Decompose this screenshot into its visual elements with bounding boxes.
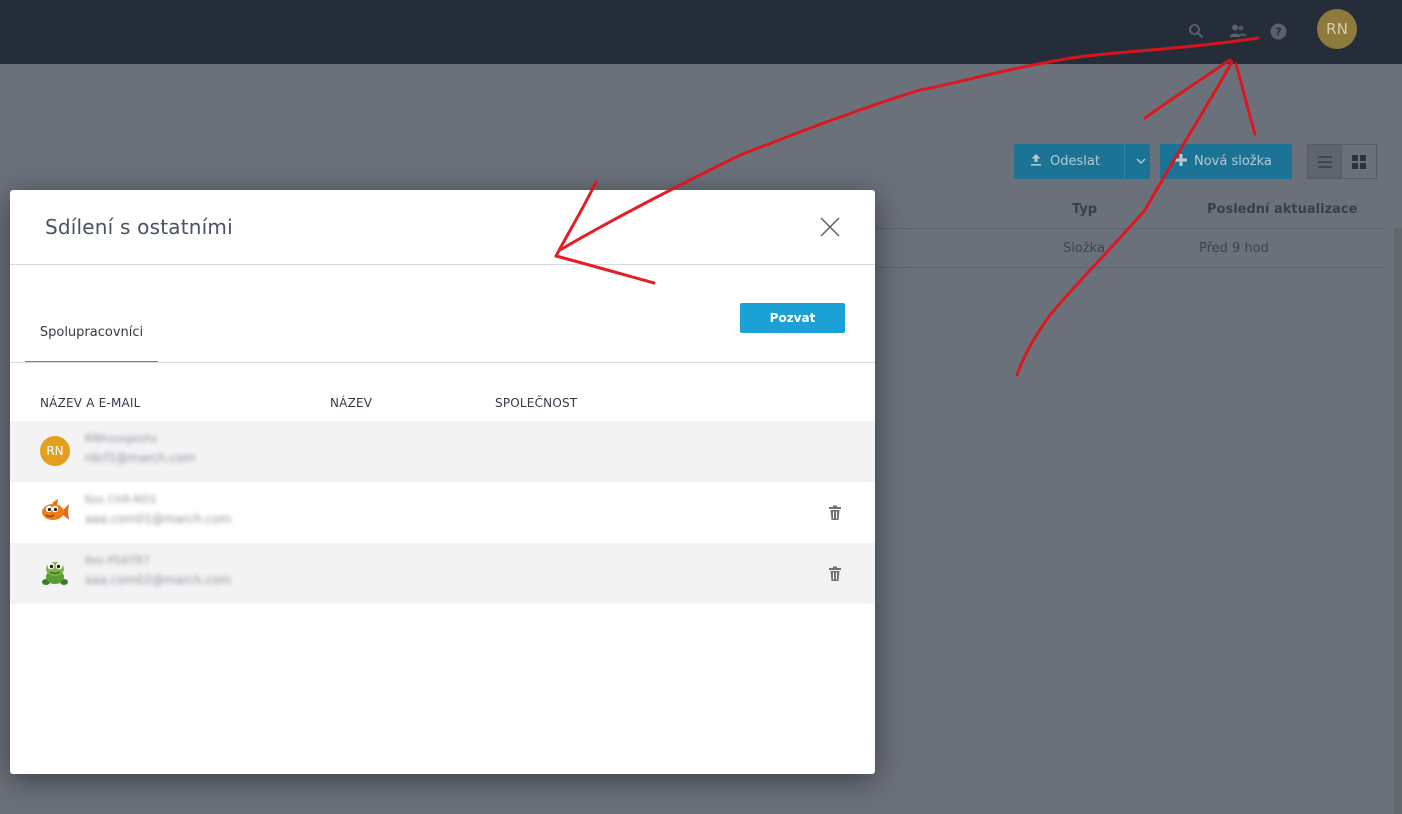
fish-avatar-icon [40,497,70,527]
collaborator-row[interactable]: Kes PS4TR7 aaa.com02@march.com [10,543,875,604]
collaborator-email: aaa.com01@march.com [85,512,232,526]
chevron-down-icon[interactable] [1135,153,1147,173]
search-icon[interactable] [1187,22,1205,40]
user-avatar[interactable]: RN [1317,9,1357,49]
top-bar: ? RN [0,0,1402,64]
delete-icon[interactable] [828,566,842,582]
dialog-title: Sdílení s ostatními [45,215,233,239]
table-header-divider [875,228,1386,229]
grid-view-icon[interactable] [1342,145,1376,178]
tab-label: Spolupracovníci [39,325,144,340]
share-dialog: Sdílení s ostatními Spolupracovníci Pozv… [10,190,875,774]
close-icon[interactable] [818,215,842,239]
scrollbar[interactable] [1394,228,1402,814]
help-icon[interactable]: ? [1269,22,1287,40]
upload-icon [1030,153,1042,170]
view-toggle [1307,144,1377,179]
column-header-company: SPOLEČNOST [495,396,578,410]
upload-label: Odeslat [1050,154,1100,169]
collaborator-name: Kes PS4TR7 [85,554,150,567]
tabs-divider [10,362,875,363]
upload-button[interactable]: Odeslat [1014,144,1150,179]
invite-button[interactable]: Pozvat [740,303,845,333]
list-view-icon[interactable] [1308,145,1343,178]
collaborator-row[interactable]: Kes ChR-RD1 aaa.com01@march.com [10,482,875,543]
avatar: RN [40,436,70,466]
new-folder-label: Nová složka [1194,154,1272,169]
collaborator-email: rdcf1@march.com [85,451,196,465]
dialog-header-divider [10,264,875,265]
add-folder-icon [1174,153,1188,171]
upload-divider [1124,144,1125,179]
new-folder-button[interactable]: Nová složka [1160,144,1292,179]
collaborator-row[interactable]: RN RNhsssgeshs rdcf1@march.com [10,421,875,482]
column-header-name-email: NÁZEV A E-MAIL [40,396,141,410]
table-row-divider [875,267,1386,268]
column-header-title: NÁZEV [330,396,373,410]
delete-icon[interactable] [828,505,842,521]
collaborator-email: aaa.com02@march.com [85,573,232,587]
tab-collaborators[interactable]: Spolupracovníci [25,303,158,363]
turtle-avatar-icon [40,558,70,588]
column-header-type[interactable]: Typ [1072,202,1097,217]
column-header-updated[interactable]: Poslední aktualizace [1207,202,1357,217]
file-updated-cell: Před 9 hod [1199,241,1269,256]
svg-text:?: ? [1275,25,1281,38]
file-type-cell: Složka [1063,241,1105,256]
collaborator-name: RNhsssgeshs [85,432,158,445]
people-icon[interactable] [1229,22,1247,40]
collaborator-name: Kes ChR-RD1 [85,493,157,506]
